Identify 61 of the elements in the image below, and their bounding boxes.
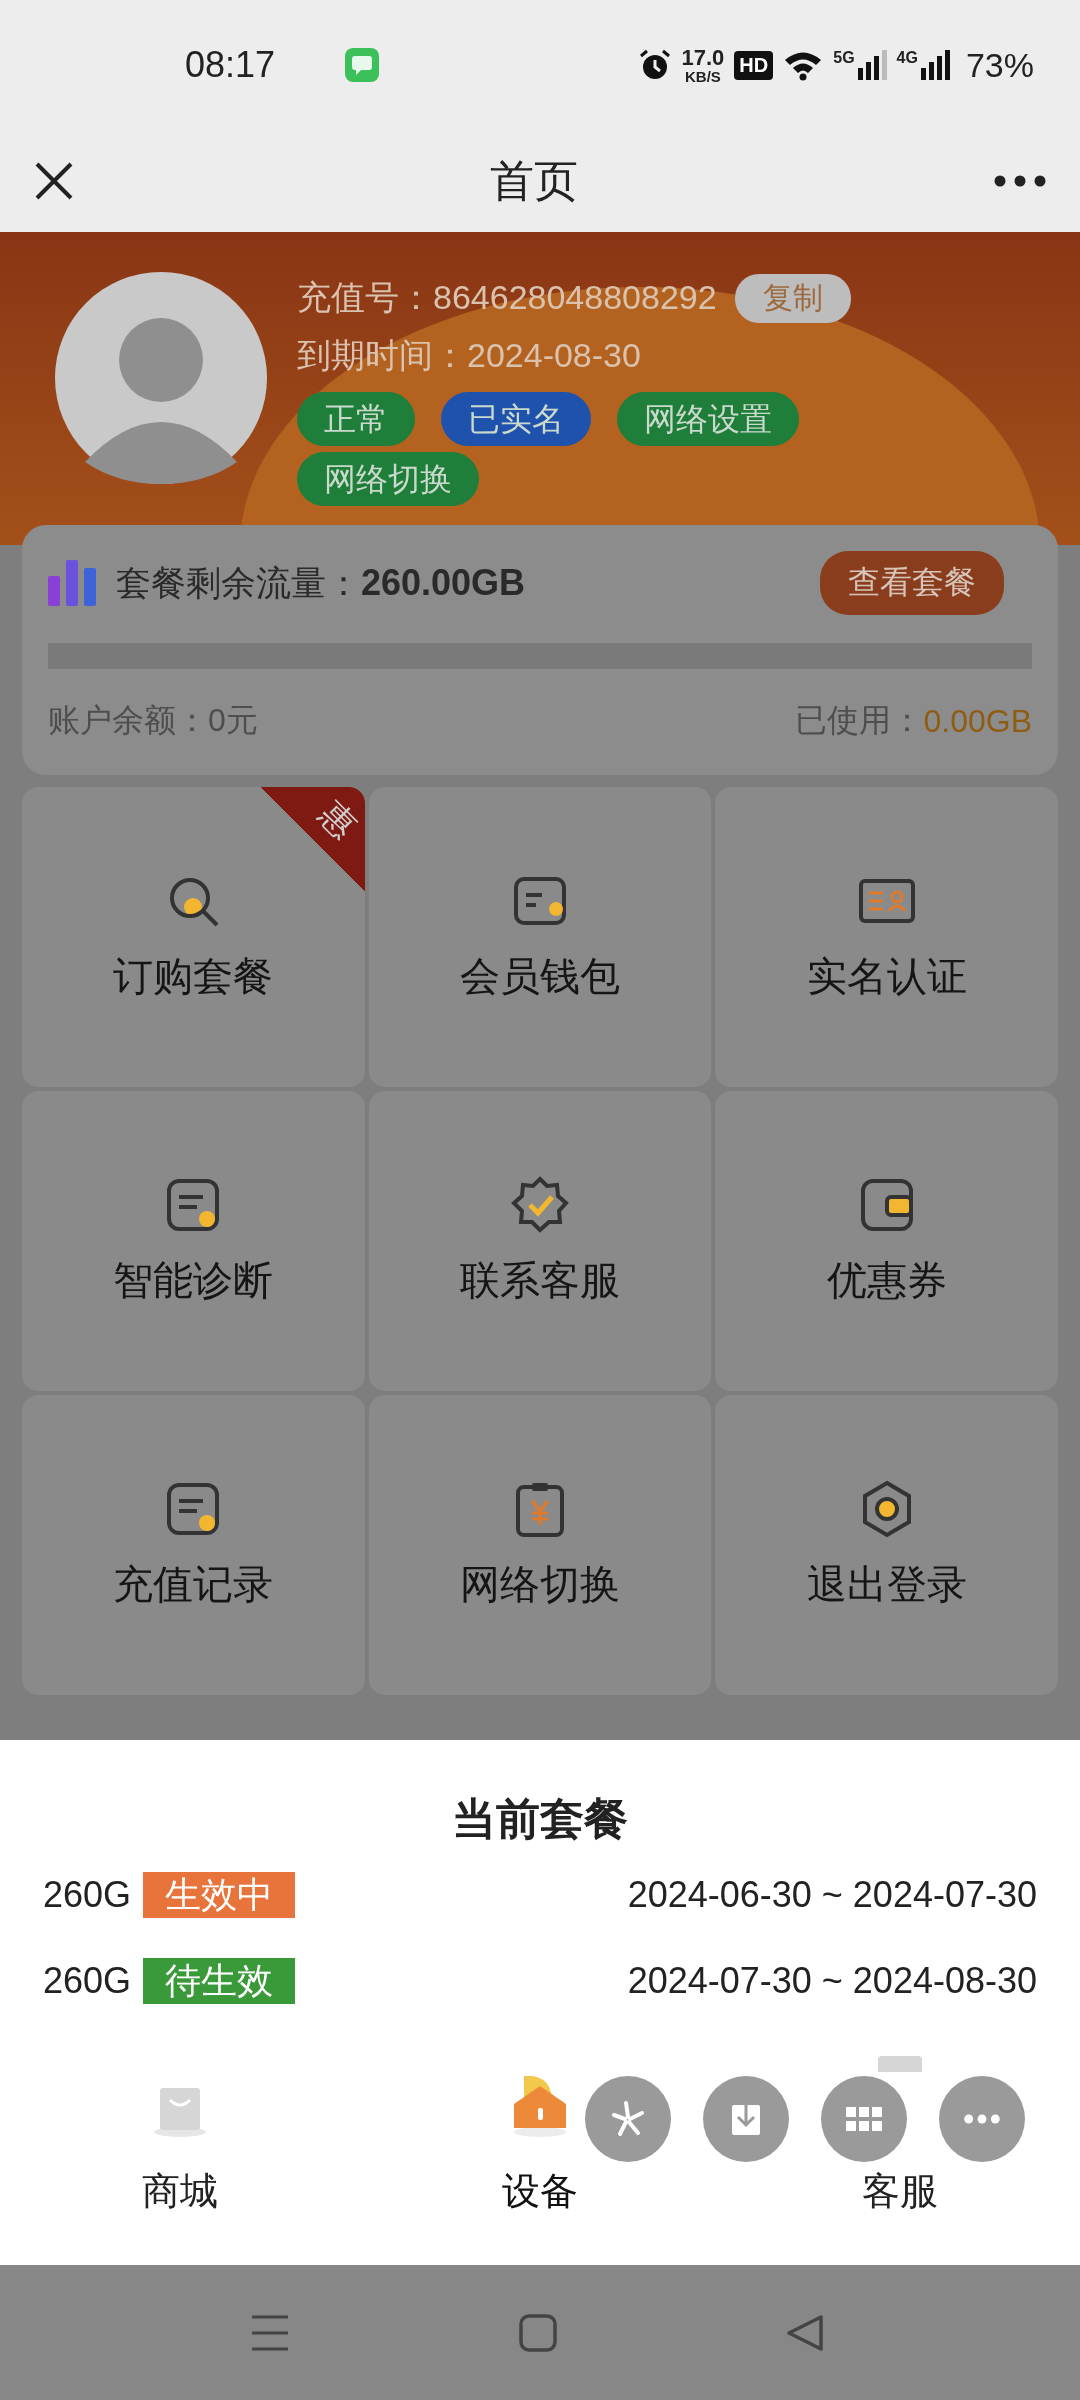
remaining-data: 套餐剩余流量：260.00GB — [116, 560, 526, 605]
sheet-title: 当前套餐 — [451, 1793, 629, 1845]
menu-tile[interactable]: 实名认证 — [715, 787, 1058, 1087]
menu-label: 联系客服 — [460, 1256, 620, 1304]
menu-tile[interactable]: 智能诊断 — [22, 1091, 365, 1391]
avatar-icon — [55, 272, 267, 484]
message-app-icon — [345, 48, 380, 82]
menu-label: 退出登录 — [806, 1560, 967, 1608]
menu-tile[interactable]: 会员钱包 — [368, 787, 712, 1087]
view-plan-button[interactable]: 查看套餐 — [820, 551, 1004, 615]
menu-icon[interactable] — [250, 2314, 290, 2351]
status-tag[interactable]: 正常 — [297, 392, 415, 446]
plan-period: 2024-06-30 ~ 2024-07-30 — [627, 1874, 1037, 1916]
menu-tile[interactable]: 订购套餐 惠 — [22, 787, 365, 1087]
tab-label[interactable]: 客服 — [862, 2166, 938, 2217]
menu-label: 订购套餐 — [113, 952, 274, 1000]
badge-check-icon — [510, 1174, 570, 1235]
network-speed: 17.0 — [681, 46, 725, 69]
more-icon[interactable] — [994, 175, 1046, 187]
status-time: 08:17 — [185, 44, 276, 86]
menu-tile[interactable]: 优惠券 — [715, 1091, 1058, 1391]
menu-label: 优惠券 — [826, 1256, 947, 1304]
discount-ribbon: 惠 — [260, 787, 365, 891]
account-number: 充值号：864628048808292 — [297, 277, 717, 318]
status-tag[interactable]: 已实名 — [441, 392, 591, 446]
menu-label: 会员钱包 — [460, 952, 620, 1000]
more-icon — [962, 2112, 1002, 2126]
plan-size: 260G — [43, 1960, 132, 2002]
tab-label[interactable]: 设备 — [502, 2166, 578, 2217]
home-icon[interactable] — [518, 2313, 557, 2352]
network-speed-unit: KB/S — [685, 68, 721, 84]
used-data-value: 0.00GB — [923, 702, 1032, 740]
menu-tile[interactable]: 退出登录 — [715, 1395, 1058, 1695]
page-title: 首页 — [490, 154, 578, 207]
battery-percent: 73% — [965, 45, 1034, 85]
menu-tile[interactable]: 充值记录 — [22, 1395, 365, 1695]
tab-label[interactable]: 商城 — [142, 2166, 218, 2217]
hd-voice-label: HD — [734, 50, 774, 80]
expiry-date: 到期时间：2024-08-30 — [297, 335, 641, 376]
menu-label: 充值记录 — [113, 1560, 274, 1608]
menu-tile[interactable]: 网络切换 — [368, 1395, 712, 1695]
menu-label: 网络切换 — [460, 1560, 620, 1608]
alarm-icon — [637, 48, 672, 82]
menu-tile[interactable]: 联系客服 — [368, 1091, 712, 1391]
status-tag[interactable]: 网络切换 — [297, 452, 479, 506]
signal-icon — [856, 50, 887, 80]
plan-status-tag: 待生效 — [143, 1958, 296, 2004]
back-icon[interactable] — [785, 2312, 825, 2353]
menu-label: 智能诊断 — [113, 1256, 274, 1304]
network-type-label: 4G — [896, 49, 918, 67]
menu-label: 实名认证 — [806, 952, 967, 1000]
bar-chart-icon — [48, 560, 98, 606]
network-type-label: 5G — [833, 49, 855, 67]
used-data-label: 已使用： — [795, 701, 924, 740]
close-icon[interactable] — [34, 161, 74, 201]
status-tag[interactable]: 网络设置 — [617, 392, 799, 446]
plan-period: 2024-07-30 ~ 2024-08-30 — [627, 1960, 1037, 2002]
plan-size: 260G — [43, 1874, 132, 1916]
account-balance: 账户余额：0元 — [48, 701, 258, 740]
plan-status-tag: 生效中 — [143, 1872, 296, 1918]
signal-icon — [919, 50, 950, 80]
